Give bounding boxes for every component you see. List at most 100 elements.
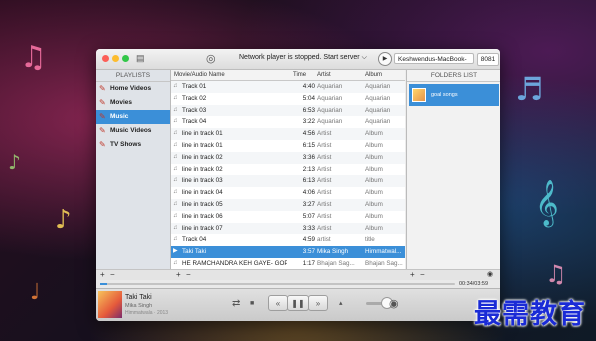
cell-time: 6:53: [302, 106, 315, 114]
playlist-icon: ✎: [99, 84, 106, 93]
column-header-album[interactable]: Album: [365, 70, 382, 80]
bottom-toolbar: + − + − + − ◉: [96, 269, 500, 280]
table-row[interactable]: ♫ Track 01 4:40 Aquarian Aquarian: [171, 81, 405, 93]
add-folder-button[interactable]: +: [410, 270, 415, 280]
table-row[interactable]: ♫ Track 04 3:22 Aquarian Aquarian: [171, 116, 405, 128]
zoom-button[interactable]: [122, 55, 129, 62]
add-track-button[interactable]: +: [176, 270, 181, 280]
cell-album: Album: [365, 141, 383, 149]
playlist-icon: ✎: [99, 126, 106, 135]
cell-album: Album: [365, 130, 383, 138]
next-button[interactable]: »: [308, 295, 328, 311]
progress-track[interactable]: [100, 283, 455, 285]
cell-album: Album: [365, 224, 383, 232]
sidebar-item[interactable]: ✎ Music Videos: [96, 124, 170, 138]
table-row[interactable]: ♫ line in track 03 6:13 Artist Album: [171, 175, 405, 188]
minimize-button[interactable]: [112, 55, 119, 62]
pause-button[interactable]: ❚❚: [287, 295, 309, 311]
stop-icon[interactable]: ■: [250, 297, 254, 311]
cell-name: Track 02: [182, 94, 207, 102]
add-playlist-button[interactable]: +: [100, 270, 105, 280]
track-icon: ♫: [173, 200, 178, 207]
table-row[interactable]: ♫ line in track 07 3:33 Artist Album: [171, 222, 405, 235]
table-row[interactable]: ♫ line in track 05 3:27 Artist Album: [171, 198, 405, 211]
cell-time: 3:27: [302, 200, 315, 208]
cell-album: Album: [365, 165, 383, 173]
cell-name: Track 01: [182, 83, 207, 90]
cell-time: 2:13: [302, 165, 315, 173]
watermark-logo: 最需教育: [474, 299, 586, 330]
sidebar-item[interactable]: ✎ Movies: [96, 96, 170, 110]
cell-artist: Mika Singh: [317, 248, 349, 256]
table-row[interactable]: ♫ Track 03 6:53 Aquarian Aquarian: [171, 104, 405, 117]
cell-album: Album: [365, 212, 383, 220]
playlist-icon: ✎: [99, 140, 106, 149]
cell-name: Taki Taki: [182, 248, 207, 256]
track-icon: ♫: [173, 165, 178, 172]
column-header-time[interactable]: Time: [293, 70, 306, 80]
music-note-decoration: ♫: [545, 260, 567, 288]
close-button[interactable]: [102, 55, 109, 62]
remove-track-button[interactable]: −: [186, 270, 191, 280]
cell-artist: Aquarian: [317, 118, 343, 126]
cell-artist: Artist: [317, 189, 332, 197]
cell-artist: Artist: [317, 141, 332, 149]
table-row[interactable]: ♫ line in track 02 2:13 Artist Album: [171, 164, 405, 176]
sidebar-item-label: Home Videos: [110, 85, 152, 92]
previous-button[interactable]: «: [268, 295, 288, 311]
cell-artist: Artist: [317, 224, 332, 232]
table-row[interactable]: ▶ Taki Taki 3:57 Mika Singh Himmatwal...: [171, 246, 405, 258]
start-server-button[interactable]: ▶: [378, 52, 392, 66]
cell-time: 3:57: [302, 248, 315, 256]
eye-icon[interactable]: ◉: [487, 270, 493, 280]
playlists-sidebar: PLAYLISTS ✎ Home Videos ✎ Movies ✎ Music ✎ Musi…: [96, 70, 171, 269]
cell-artist: Artist: [317, 177, 332, 185]
cell-album: Album: [365, 200, 383, 208]
cell-time: 3:22: [302, 118, 315, 126]
cell-artist: Aquarian: [317, 94, 343, 102]
track-icon: ♫: [173, 94, 178, 101]
album-art: [98, 291, 122, 318]
volume-low-icon: ▴: [339, 300, 343, 307]
chevron-down-icon[interactable]: ⌵: [362, 54, 367, 61]
sidebar-item[interactable]: ✎ Music: [96, 110, 170, 124]
table-row[interactable]: ♫ line in track 01 6:15 Artist Album: [171, 140, 405, 152]
cell-name: line in track 01: [182, 130, 223, 138]
cell-name: line in track 07: [182, 224, 223, 232]
column-header-name[interactable]: Movie/Audio Name: [174, 70, 225, 80]
repeat-icon[interactable]: ⇄: [232, 297, 240, 311]
sidebar-item-label: Music: [110, 113, 129, 120]
table-row[interactable]: ♫ Track 02 5:04 Aquarian Aquarian: [171, 93, 405, 105]
airplay-icon[interactable]: ◉: [389, 297, 399, 311]
network-icon[interactable]: ◎: [206, 52, 216, 65]
cell-name: line in track 02: [182, 153, 223, 161]
cell-album: Aquarian: [365, 94, 391, 102]
sidebar-item[interactable]: ✎ TV Shows: [96, 138, 170, 152]
progress-bar[interactable]: 00:34/03:59: [96, 280, 500, 288]
remove-playlist-button[interactable]: −: [110, 270, 115, 280]
sidebar-item[interactable]: ✎ Home Videos: [96, 82, 170, 96]
player-bar: Taki Taki Mika Singh Himmatwala · 2013 ⇄…: [96, 288, 500, 321]
remove-folder-button[interactable]: −: [420, 270, 425, 280]
table-row[interactable]: ♫ line in track 06 5:07 Artist Album: [171, 211, 405, 223]
cell-time: 4:40: [302, 83, 315, 90]
cell-name: line in track 05: [182, 200, 223, 208]
cell-name: line in track 04: [182, 189, 223, 197]
table-row[interactable]: ♫ HE RAMCHANDRA KEH GAYE- GOP... 1:17 Bhaja…: [171, 258, 405, 270]
track-icon: ♫: [173, 236, 178, 243]
table-row[interactable]: ♫ line in track 01 4:56 Artist Album: [171, 128, 405, 140]
table-row[interactable]: ♫ line in track 02 3:36 Artist Album: [171, 151, 405, 164]
port-field[interactable]: 8081: [477, 53, 499, 66]
table-row[interactable]: ♫ line in track 04 4:06 Artist Album: [171, 187, 405, 199]
folder-item[interactable]: goal songs: [409, 84, 499, 106]
media-table: Movie/Audio Name Time Artist Album ♫ Trac…: [171, 70, 405, 269]
cell-album: Himmatwal...: [365, 248, 402, 256]
column-header-artist[interactable]: Artist: [317, 70, 331, 80]
music-note-decoration: ♫: [20, 40, 47, 75]
music-note-decoration: ♬: [515, 70, 544, 108]
library-icon[interactable]: ▤: [136, 53, 145, 64]
cell-artist: Artist: [317, 153, 332, 161]
host-name-field[interactable]: Keshwendus-MacBook-: [394, 53, 474, 64]
sidebar-item-label: Music Videos: [110, 127, 152, 134]
table-row[interactable]: ♫ Track 04 4:59 artist title: [171, 234, 405, 246]
